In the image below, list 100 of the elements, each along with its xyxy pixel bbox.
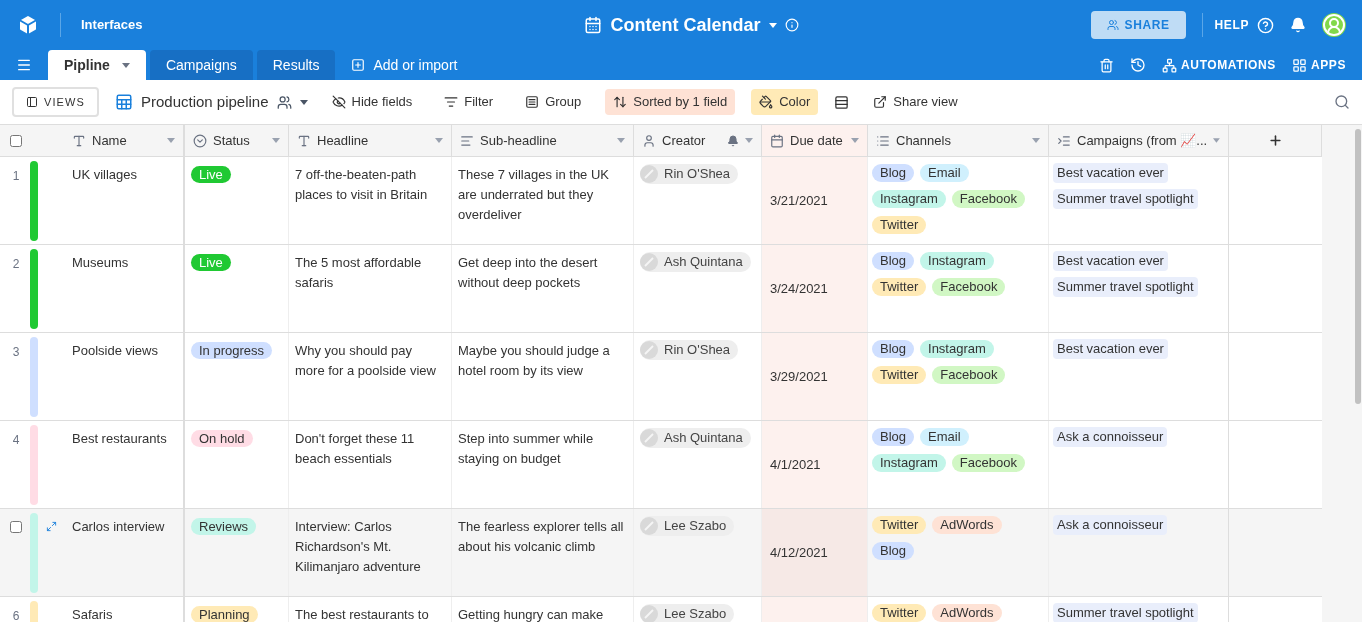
external-link-icon <box>873 95 888 109</box>
table-tab[interactable]: Results <box>256 50 336 80</box>
channel-tag: Blog <box>872 542 915 560</box>
base-title[interactable]: Content Calendar <box>610 11 761 39</box>
caret-icon <box>768 22 777 28</box>
table-cell: Museums <box>72 255 129 270</box>
column-title: Campaigns (from 📈... <box>1077 131 1208 150</box>
column-title: Status <box>213 131 251 150</box>
group-button[interactable]: Group <box>517 89 590 115</box>
channel-tag: Instagram <box>872 454 946 472</box>
plus-icon <box>351 58 366 72</box>
campaign-tag: Best vacation ever <box>1053 339 1168 359</box>
creator-chip: Lee Szabo <box>640 516 735 536</box>
channel-tag: Email <box>920 428 969 446</box>
views-button[interactable]: VIEWS <box>12 87 99 117</box>
table-cell: Getting hungry can make <box>458 607 604 622</box>
caret-icon <box>299 99 308 105</box>
row-checkbox[interactable] <box>10 521 22 533</box>
creator-chip: Rin O'Shea <box>640 340 739 360</box>
column-title: Sub-headline <box>480 131 558 150</box>
column-header[interactable]: Headline <box>289 125 452 156</box>
view-switcher[interactable]: Production pipeline <box>114 90 308 114</box>
row-number: 3 <box>11 344 21 361</box>
menu-icon[interactable] <box>16 57 32 73</box>
table-cell: The fearless explorer tells all about his volcanic climb <box>458 519 624 554</box>
table-cell: Don't forget these 11 beach essentials <box>295 431 415 466</box>
network-icon <box>1162 57 1178 73</box>
channel-tag: Blog <box>872 164 915 182</box>
notifications-icon[interactable] <box>1290 17 1306 33</box>
table-cell: Maybe you should judge a hotel room by its view <box>458 343 610 378</box>
channel-tag: Twitter <box>872 216 927 234</box>
column-title: Due date <box>790 131 844 150</box>
add-or-import-button[interactable]: Add or import <box>339 50 470 80</box>
column-header[interactable]: Campaigns (from 📈... <box>1049 125 1229 156</box>
avatar-icon <box>640 252 658 271</box>
calendar-icon <box>770 133 784 148</box>
hide-fields-button[interactable]: Hide fields <box>323 89 421 115</box>
channel-tag: Facebook <box>951 454 1025 472</box>
sort-button[interactable]: Sorted by 1 field <box>605 89 736 115</box>
table-cell: Step into summer while staying on budget <box>458 431 594 466</box>
info-icon[interactable] <box>784 18 799 32</box>
row-number: 1 <box>11 168 21 185</box>
table-tab[interactable]: Campaigns <box>149 50 253 80</box>
group-icon <box>525 95 540 109</box>
table-cell: Get deep into the desert without deep pockets <box>458 255 598 290</box>
row-height-icon[interactable] <box>834 94 850 110</box>
creator-chip: Ash Quintana <box>640 428 751 448</box>
dropdown-icon <box>193 133 207 148</box>
table-cell: Why you should pay more for a poolside view <box>295 343 436 378</box>
avatar-icon[interactable] <box>1322 13 1346 37</box>
list-icon <box>876 133 890 148</box>
column-header[interactable]: Sub-headline <box>452 125 634 156</box>
table-cell: Carlos interview <box>72 519 165 534</box>
scrollbar[interactable] <box>1355 129 1361 404</box>
caret-icon <box>851 138 859 143</box>
share-view-button[interactable]: Share view <box>873 92 958 112</box>
text-icon <box>72 133 86 148</box>
select-all-checkbox[interactable] <box>10 134 22 147</box>
interfaces-link[interactable]: Interfaces <box>81 15 143 35</box>
table-cell: These 7 villages in the UK are underrated but they overdeliver <box>458 167 610 222</box>
row-number: 6 <box>11 608 21 622</box>
help-icon[interactable] <box>1257 16 1274 34</box>
channel-tag: Blog <box>872 428 915 446</box>
table-cell: Interview: Carlos Richardson's Mt. Kilimanjaro adventure <box>295 519 421 574</box>
search-icon[interactable] <box>1334 94 1350 110</box>
campaign-tag: Summer travel spotlight <box>1053 189 1198 209</box>
expand-icon[interactable] <box>46 521 57 532</box>
table-cell: The best restaurants to <box>295 607 429 622</box>
filter-button[interactable]: Filter <box>436 89 502 115</box>
avatar-icon <box>640 340 658 359</box>
apps-button[interactable]: APPS <box>1291 56 1346 74</box>
status-tag: In progress <box>191 342 273 359</box>
bell-icon <box>727 134 739 147</box>
caret-icon <box>1213 138 1220 143</box>
filter-icon <box>444 95 459 109</box>
caret-icon <box>1032 138 1040 143</box>
status-tag: Reviews <box>191 518 257 535</box>
avatar-icon <box>640 516 658 535</box>
channel-tag: Blog <box>872 252 915 270</box>
channel-tag: Twitter <box>872 278 927 296</box>
table-tab[interactable]: Pipline <box>48 50 146 80</box>
campaign-tag: Best vacation ever <box>1053 251 1168 271</box>
column-title: Headline <box>317 131 370 150</box>
plus-icon <box>1267 133 1283 148</box>
trash-icon[interactable] <box>1099 57 1115 73</box>
column-title: Channels <box>896 131 952 150</box>
automations-button[interactable]: AUTOMATIONS <box>1162 56 1276 74</box>
status-tag: Planning <box>191 606 258 622</box>
row-number: 2 <box>11 256 21 273</box>
column-header[interactable]: Channels <box>868 125 1049 156</box>
avatar-icon <box>640 164 658 183</box>
hidden-eye-icon <box>331 95 346 109</box>
channel-tag: Facebook <box>951 190 1025 208</box>
history-icon[interactable] <box>1130 57 1147 73</box>
person-icon <box>642 133 656 148</box>
help-link[interactable]: HELP <box>1214 16 1249 34</box>
column-header[interactable]: Due date <box>762 125 868 156</box>
column-header[interactable]: Status <box>185 125 289 156</box>
table-cell: Safaris <box>72 607 113 622</box>
color-button[interactable]: Color <box>751 89 819 115</box>
